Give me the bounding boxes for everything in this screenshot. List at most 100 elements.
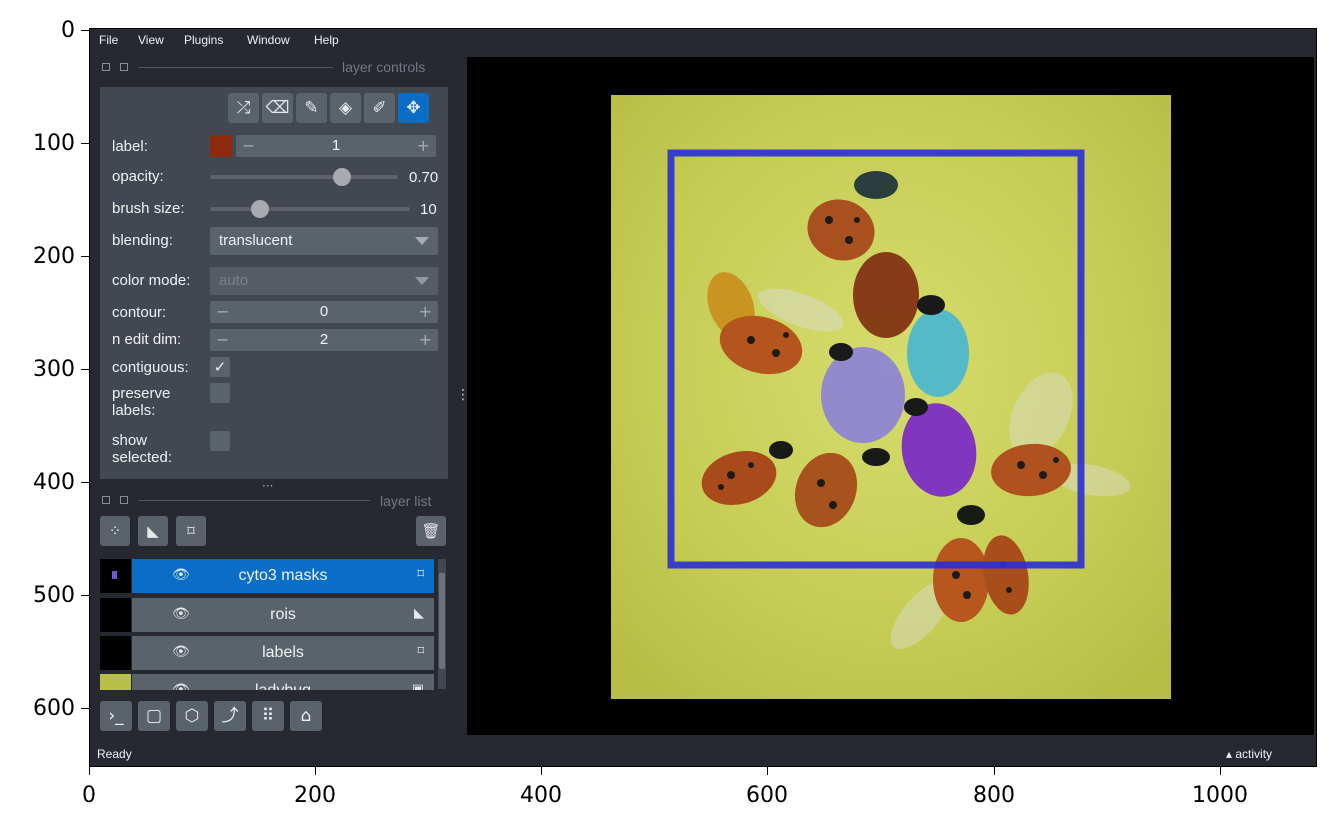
layer-body[interactable]: 👁 ladybug ▣ <box>132 674 434 690</box>
chevron-down-icon <box>415 277 429 285</box>
home-button[interactable]: ⌂ <box>290 701 322 731</box>
layer-body[interactable]: 👁 labels ⌑ <box>132 636 434 670</box>
brush-size-slider-handle[interactable] <box>251 200 269 218</box>
color-picker-icon: ✐ <box>372 98 387 118</box>
layer-row-cyto3-masks[interactable]: 👁 cyto3 masks ⌑ <box>100 559 434 593</box>
grid-view-button[interactable]: ⠿ <box>252 701 284 731</box>
toggle-ndisplay-button[interactable]: ▢ <box>138 701 170 731</box>
layer-list-scrollbar[interactable] <box>438 559 446 689</box>
tag-icon: ⌑ <box>187 522 195 540</box>
preserve-labels-label: preserve labels: <box>112 385 171 419</box>
erase-button[interactable]: ⌫ <box>262 93 293 123</box>
fill-bucket-icon: ◈ <box>338 98 353 118</box>
y-tick <box>81 369 89 370</box>
home-icon: ⌂ <box>300 706 312 726</box>
brush-size-slider[interactable] <box>210 200 410 218</box>
layer-name: labels <box>262 644 304 661</box>
n-edit-dim-increment[interactable]: + <box>419 329 432 351</box>
dock-close-icon[interactable] <box>102 496 110 504</box>
dock-float-icon[interactable] <box>120 496 128 504</box>
shape-icon: ◣ <box>147 522 159 540</box>
layer-list-title: layer list <box>380 493 432 509</box>
console-button[interactable]: ›_ <box>100 701 132 731</box>
opacity-slider[interactable] <box>210 168 398 186</box>
points-icon: ⁘ <box>108 522 122 540</box>
contiguous-checkbox[interactable]: ✓ <box>210 357 230 377</box>
show-selected-checkbox[interactable] <box>210 431 230 451</box>
layer-row-rois[interactable]: 👁 rois ◣ <box>100 598 434 632</box>
x-tick <box>315 767 316 775</box>
color-mode-select[interactable]: auto <box>210 267 438 295</box>
layer-name: cyto3 masks <box>238 567 328 584</box>
y-tick-label: 200 <box>33 244 75 269</box>
menu-bar: File View Plugins Window Help <box>90 29 1316 51</box>
x-tick-label: 1000 <box>1192 783 1248 808</box>
x-tick-label: 600 <box>746 783 788 808</box>
transpose-button[interactable]: ⤴ <box>214 701 246 731</box>
ladybug-image-svg <box>611 95 1171 699</box>
activity-button[interactable]: ▴ activity <box>1226 747 1272 761</box>
shuffle-colors-icon: ⤮ <box>236 98 251 118</box>
delete-layer-button[interactable]: 🗑 <box>416 516 446 546</box>
scrollbar-thumb[interactable] <box>439 573 445 669</box>
napari-window: File View Plugins Window Help layer cont… <box>89 28 1317 767</box>
n-edit-dim-decrement[interactable]: − <box>216 329 229 351</box>
transpose-icon: ⤴ <box>221 706 239 726</box>
opacity-slider-handle[interactable] <box>332 168 351 186</box>
label-color-swatch[interactable] <box>210 135 232 157</box>
y-tick-label: 500 <box>33 583 75 608</box>
paint-button[interactable]: ✎ <box>296 93 327 123</box>
new-labels-layer-button[interactable]: ⌑ <box>176 516 206 546</box>
dock-divider <box>138 500 370 501</box>
y-tick-label: 300 <box>33 357 75 382</box>
blending-select[interactable]: translucent <box>210 227 438 255</box>
label-decrement[interactable]: − <box>242 135 255 157</box>
menu-help[interactable]: Help <box>314 33 339 47</box>
pan-zoom-icon: ✥ <box>406 98 421 118</box>
menu-view[interactable]: View <box>138 33 164 47</box>
layer-row-ladybug[interactable]: 👁 ladybug ▣ <box>100 674 434 690</box>
dock-close-icon[interactable] <box>102 63 110 71</box>
dock-float-icon[interactable] <box>120 63 128 71</box>
checkmark-icon: ✓ <box>213 358 227 376</box>
label-increment[interactable]: + <box>417 135 430 157</box>
menu-file[interactable]: File <box>99 33 118 47</box>
n-edit-dim-value: 2 <box>319 331 329 348</box>
n-edit-dim-label: n edit dim: <box>112 331 182 348</box>
splitter-handle[interactable]: ··· <box>262 479 273 493</box>
y-tick <box>81 30 89 31</box>
contour-label: contour: <box>112 304 167 321</box>
paint-brush-icon: ✎ <box>304 98 319 118</box>
layer-thumbnail <box>100 559 131 593</box>
contour-increment[interactable]: + <box>419 301 432 323</box>
x-tick <box>89 767 90 775</box>
shuffle-colors-button[interactable]: ⤮ <box>228 93 259 123</box>
x-tick <box>541 767 542 775</box>
new-points-layer-button[interactable]: ⁘ <box>100 516 130 546</box>
label-spinbox[interactable]: 1 − + <box>236 135 436 157</box>
viewer-canvas[interactable] <box>467 57 1314 735</box>
y-tick-label: 100 <box>33 131 75 156</box>
roll-dims-button[interactable]: ⬡ <box>176 701 208 731</box>
contour-decrement[interactable]: − <box>216 301 229 323</box>
new-shapes-layer-button[interactable]: ◣ <box>138 516 168 546</box>
preserve-labels-checkbox[interactable] <box>210 383 230 403</box>
n-edit-dim-spinbox[interactable]: 2 − + <box>210 329 438 351</box>
fill-button[interactable]: ◈ <box>330 93 361 123</box>
layer-row-labels[interactable]: 👁 labels ⌑ <box>100 636 434 670</box>
y-tick <box>81 482 89 483</box>
menu-plugins[interactable]: Plugins <box>184 33 223 47</box>
shape-icon: ◣ <box>414 606 424 621</box>
menu-window[interactable]: Window <box>247 33 290 47</box>
pan-zoom-button[interactable]: ✥ <box>398 93 429 123</box>
layer-body[interactable]: 👁 rois ◣ <box>132 598 434 632</box>
layer-body[interactable]: 👁 cyto3 masks ⌑ <box>132 559 434 593</box>
x-tick <box>767 767 768 775</box>
pick-button[interactable]: ✐ <box>364 93 395 123</box>
contour-spinbox[interactable]: 0 − + <box>210 301 438 323</box>
brush-size-value: 10 <box>420 201 437 218</box>
opacity-value: 0.70 <box>409 169 439 186</box>
show-selected-label: show selected: <box>112 432 173 466</box>
y-tick <box>81 143 89 144</box>
color-mode-value: auto <box>219 272 249 289</box>
